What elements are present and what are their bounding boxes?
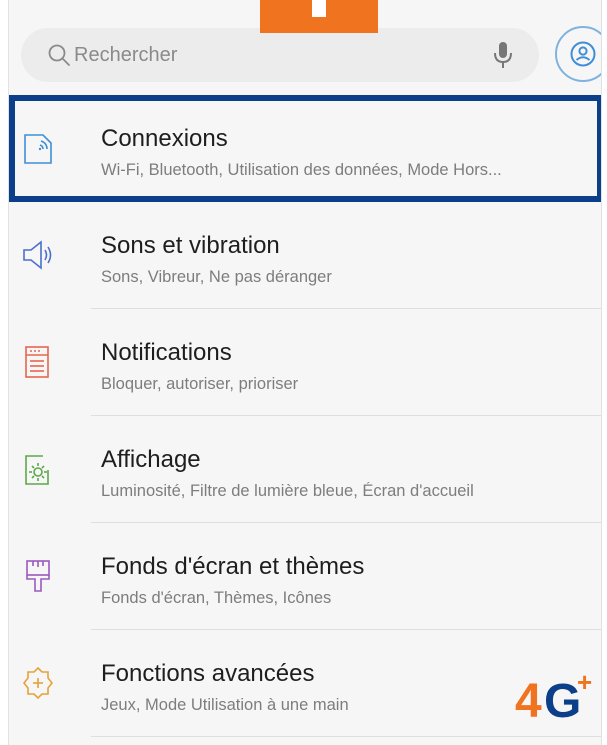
search-placeholder: Rechercher [74, 44, 178, 66]
search-bar[interactable]: Rechercher [21, 28, 539, 82]
settings-item-subtitle: Wi-Fi, Bluetooth, Utilisation des donnée… [101, 161, 502, 179]
4g-plus-logo: 4 G + [515, 667, 592, 727]
screenshot-frame: Rechercher Connexions Wi-Fi, Bluetooth, … [0, 0, 607, 745]
display-brightness-icon [25, 455, 49, 485]
settings-item-subtitle: Bloquer, autoriser, prioriser [101, 375, 299, 393]
settings-item-sons-et-vibration[interactable]: Sons et vibration Sons, Vibreur, Ne pas … [9, 202, 601, 309]
search-row: Rechercher [21, 26, 601, 86]
paint-brush-icon [26, 560, 50, 592]
svg-text:G: G [544, 675, 581, 727]
settings-item-title: Connexions [101, 125, 228, 152]
advanced-features-icon [22, 666, 54, 700]
settings-item-title: Fonctions avancées [101, 660, 315, 687]
svg-text:4: 4 [515, 675, 542, 727]
profile-button[interactable] [555, 26, 601, 82]
settings-item-subtitle: Sons, Vibreur, Ne pas déranger [101, 268, 332, 286]
divider [91, 736, 601, 737]
settings-item-subtitle: Jeux, Mode Utilisation à une main [101, 696, 349, 714]
settings-item-subtitle: Luminosité, Filtre de lumière bleue, Écr… [101, 482, 474, 500]
settings-item-title: Sons et vibration [101, 232, 280, 259]
settings-item-fonds-d-ecran-et-themes[interactable]: Fonds d'écran et thèmes Fonds d'écran, T… [9, 523, 601, 630]
orange-marker [260, 0, 378, 33]
speaker-icon [23, 240, 52, 270]
settings-item-affichage[interactable]: Affichage Luminosité, Filtre de lumière … [9, 416, 601, 523]
connections-icon [24, 134, 52, 164]
microphone-icon[interactable] [491, 40, 515, 70]
settings-item-title: Affichage [101, 446, 201, 473]
settings-item-notifications[interactable]: Notifications Bloquer, autoriser, priori… [9, 309, 601, 416]
profile-icon [570, 41, 596, 67]
settings-list: Connexions Wi-Fi, Bluetooth, Utilisation… [9, 95, 601, 737]
svg-text:+: + [577, 667, 592, 697]
settings-screen: Rechercher Connexions Wi-Fi, Bluetooth, … [8, 0, 602, 745]
notifications-icon [25, 346, 49, 378]
settings-item-subtitle: Fonds d'écran, Thèmes, Icônes [101, 589, 332, 607]
settings-item-title: Notifications [101, 339, 232, 366]
settings-item-connexions[interactable]: Connexions Wi-Fi, Bluetooth, Utilisation… [9, 95, 601, 202]
settings-item-title: Fonds d'écran et thèmes [101, 553, 365, 580]
search-icon [48, 44, 70, 66]
orange-marker-bar [312, 0, 326, 17]
